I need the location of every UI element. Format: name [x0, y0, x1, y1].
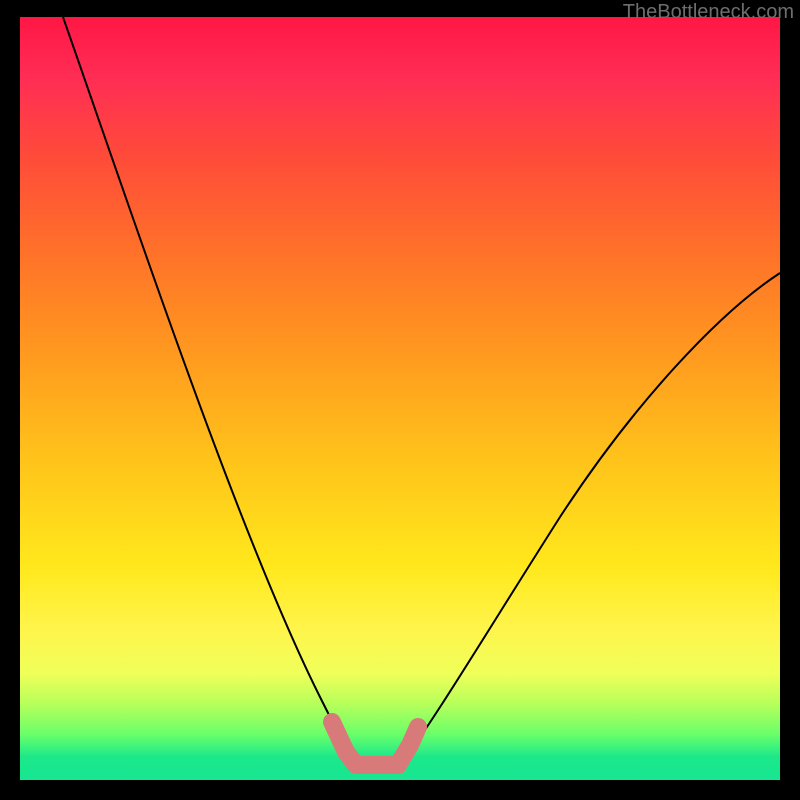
right-curve [400, 273, 780, 765]
left-curve [63, 17, 354, 762]
plot-area [20, 17, 780, 780]
chart-frame: TheBottleneck.com [0, 0, 800, 800]
curves-svg [20, 17, 780, 780]
watermark-text: TheBottleneck.com [623, 1, 794, 24]
optimal-region-marker [332, 722, 418, 765]
